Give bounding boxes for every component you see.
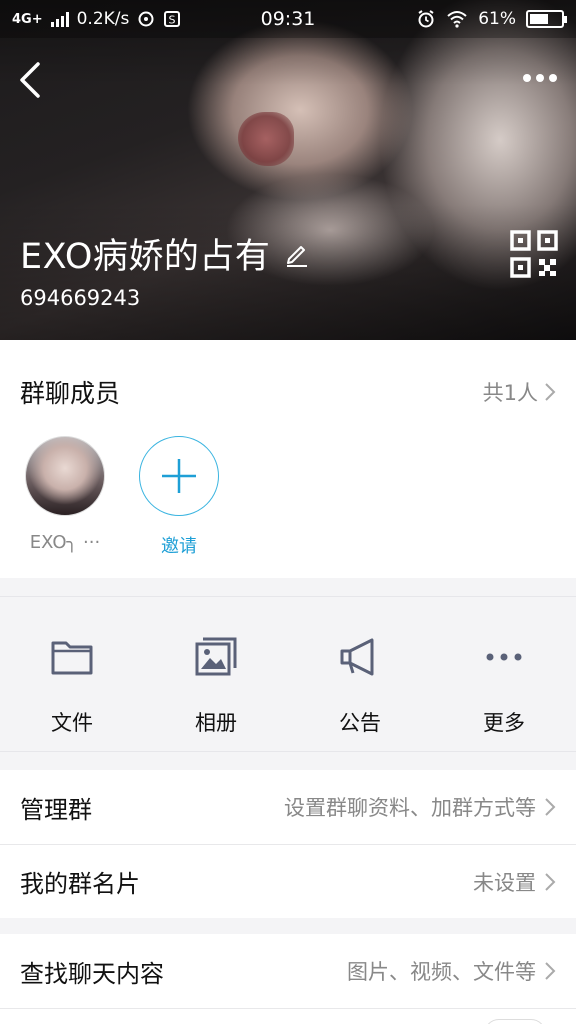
feature-grid: 文件 相册 公告 更多 <box>0 596 576 752</box>
edit-pencil-icon[interactable] <box>284 241 310 267</box>
app-notification-icon: S <box>164 11 181 27</box>
member-name: EXO╮ ··· <box>29 532 101 553</box>
back-button[interactable] <box>12 58 48 102</box>
signal-icon <box>50 11 69 27</box>
album-icon <box>195 637 237 676</box>
group-name: EXO病娇的占有 <box>20 237 271 277</box>
alarm-icon <box>418 10 434 28</box>
more-dots-icon <box>486 653 522 661</box>
feature-label: 文件 <box>51 711 93 735</box>
feature-label: 公告 <box>339 711 381 735</box>
chevron-right-icon <box>545 962 556 980</box>
feature-files[interactable]: 文件 <box>0 597 144 751</box>
megaphone-icon <box>340 638 374 676</box>
manage-group-row[interactable]: 管理群 设置群聊资料、加群方式等 <box>0 770 576 844</box>
plus-icon <box>162 459 196 493</box>
members-header[interactable]: 群聊成员 共1人 <box>0 340 576 444</box>
avatar[interactable] <box>25 436 105 516</box>
feature-label: 相册 <box>195 711 237 735</box>
members-count: 共1人 <box>482 381 538 405</box>
invite-label: 邀请 <box>161 536 197 557</box>
feature-announcement[interactable]: 公告 <box>288 597 432 751</box>
chevron-right-icon <box>545 383 556 401</box>
settings-value: 未设置 <box>473 870 536 895</box>
group-title-row: EXO病娇的占有 <box>20 228 310 279</box>
svg-text:S: S <box>169 14 176 27</box>
sync-icon <box>138 11 154 27</box>
toggle-switch[interactable] <box>484 1019 546 1024</box>
settings-title: 查找聊天内容 <box>20 959 164 988</box>
member-list: EXO╮ ··· 邀请 <box>0 436 220 558</box>
chevron-right-icon <box>545 798 556 816</box>
settings-title: 我的群名片 <box>20 870 140 898</box>
network-speed: 0.2K/s <box>76 9 130 29</box>
battery-level <box>530 14 548 24</box>
settings-value: 图片、视频、文件等 <box>347 960 536 984</box>
members-section: 群聊成员 共1人 EXO╮ ··· 邀请 <box>0 340 576 578</box>
status-bar: 4G+ 0.2K/s S 09:31 61% <box>0 0 576 38</box>
qr-code-icon[interactable] <box>510 230 558 278</box>
battery-percent: 61% <box>478 9 516 29</box>
feature-more[interactable]: 更多 <box>432 597 576 751</box>
more-dots-icon <box>523 74 531 82</box>
my-group-card-row[interactable]: 我的群名片 未设置 <box>0 844 576 918</box>
invite-button[interactable] <box>139 436 219 516</box>
member-item[interactable]: EXO╮ ··· <box>24 436 106 558</box>
settings-title: 管理群 <box>20 795 92 824</box>
members-title: 群聊成员 <box>20 379 121 408</box>
wifi-icon <box>447 11 467 28</box>
settings-value: 设置群聊资料、加群方式等 <box>284 796 536 820</box>
invite-member[interactable]: 邀请 <box>138 436 220 558</box>
battery-icon <box>526 10 567 28</box>
folder-icon <box>51 641 93 675</box>
search-chat-row[interactable]: 查找聊天内容 图片、视频、文件等 <box>0 934 576 1008</box>
back-arrow-icon <box>20 62 40 98</box>
group-id: 694669243 <box>20 286 141 310</box>
members-count-link[interactable]: 共1人 <box>483 377 556 407</box>
feature-album[interactable]: 相册 <box>144 597 288 751</box>
feature-label: 更多 <box>483 711 525 735</box>
chevron-right-icon <box>545 872 556 891</box>
more-options-button[interactable] <box>518 64 562 92</box>
network-type: 4G+ <box>12 11 43 27</box>
next-settings-row[interactable] <box>0 1008 576 1024</box>
